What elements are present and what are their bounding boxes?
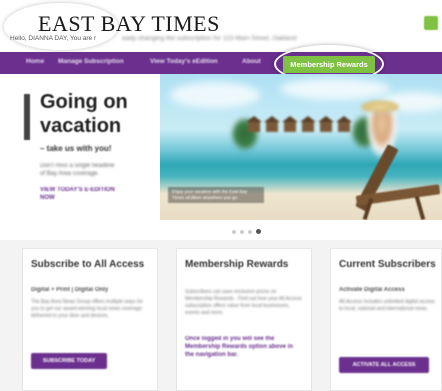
card-current-subscribers: Current Subscribers Activate Digital Acc…	[330, 248, 442, 391]
card-title: Membership Rewards	[185, 259, 289, 270]
subscribe-today-button[interactable]: SUBSCRIBE TODAY	[31, 353, 107, 369]
user-greeting: Hello, DIANNA DAY, You are r	[10, 35, 97, 42]
nav-item-about[interactable]: About	[242, 58, 261, 65]
hero-beach-image[interactable]: Enjoy your vacation with the East Bay Ti…	[160, 74, 442, 220]
card-subtitle: Activate Digital Access	[339, 287, 405, 293]
hero-image-caption: Enjoy your vacation with the East Bay Ti…	[168, 187, 264, 203]
site-logo[interactable]: EAST BAY TIMES	[38, 11, 220, 37]
hero-body: Don't miss a single headline of Bay Area…	[40, 163, 115, 177]
carousel-dot-4[interactable]	[256, 229, 261, 234]
carousel-dot-2[interactable]	[240, 230, 244, 234]
nav-item-home[interactable]: Home	[26, 58, 44, 65]
card-title: Subscribe to All Access	[31, 259, 145, 270]
hero-cta-link[interactable]: VIEW TODAY'S E-EDITION NOW	[40, 186, 120, 202]
card-body: Subscribers can save exclusive prices on…	[185, 289, 302, 316]
card-body: All-Access includes unlimited digital ac…	[339, 299, 435, 312]
nav-item-eedition[interactable]: View Today's eEdition	[150, 58, 218, 65]
header-badge-icon[interactable]	[424, 16, 438, 30]
hero-carousel: Going on vacation – take us with you! Do…	[0, 74, 442, 224]
card-membership-rewards: Membership Rewards Subscribers can save …	[176, 248, 312, 391]
site-header: EAST BAY TIMES Hello, DIANNA DAY, You ar…	[0, 0, 442, 52]
carousel-dot-3[interactable]	[248, 230, 252, 234]
hero-text-panel: Going on vacation – take us with you! Do…	[0, 74, 160, 224]
nav-item-manage-subscription[interactable]: Manage Subscription	[58, 58, 124, 65]
hero-subtitle: – take us with you!	[40, 144, 112, 153]
carousel-dot-1[interactable]	[232, 230, 236, 234]
membership-rewards-info-link[interactable]: Once logged in you will see the Membersh…	[185, 335, 303, 359]
nav-item-membership-rewards[interactable]: Membership Rewards	[283, 56, 375, 73]
card-subtitle: Digital + Print | Digital Only	[31, 287, 109, 293]
user-greeting-details: eady changing the subscription for 123 M…	[122, 35, 297, 42]
card-body: The Bay Area News Group offers multiple …	[31, 299, 143, 319]
hero-title: Going on vacation	[40, 91, 128, 137]
hero-accent-bar	[24, 94, 30, 140]
card-title: Current Subscribers	[339, 259, 436, 270]
card-subscribe: Subscribe to All Access Digital + Print …	[22, 248, 158, 391]
activate-all-access-button[interactable]: ACTIVATE ALL ACCESS	[339, 357, 429, 373]
